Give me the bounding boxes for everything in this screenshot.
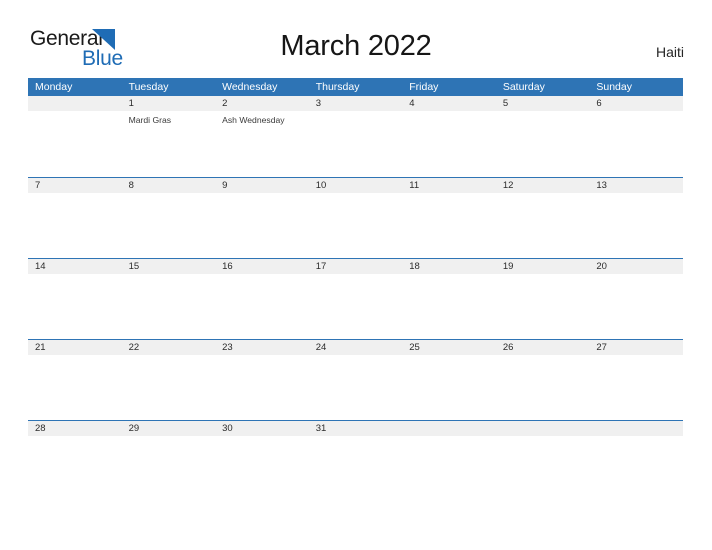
- weekday-header-sunday: Sunday: [596, 81, 632, 93]
- day-events[interactable]: [589, 355, 683, 420]
- day-events[interactable]: [402, 193, 496, 258]
- day-events[interactable]: [28, 274, 122, 339]
- day-number[interactable]: 21: [28, 340, 122, 355]
- day-number[interactable]: 30: [215, 421, 309, 436]
- day-number[interactable]: 17: [309, 259, 403, 274]
- weekday-header-monday: Monday: [35, 81, 73, 93]
- day-number[interactable]: 16: [215, 259, 309, 274]
- day-number[interactable]: 15: [122, 259, 216, 274]
- day-events[interactable]: [215, 355, 309, 420]
- weekday-header-tuesday: Tuesday: [128, 81, 169, 93]
- day-number[interactable]: 7: [28, 178, 122, 193]
- day-events[interactable]: [589, 436, 683, 501]
- day-number[interactable]: 11: [402, 178, 496, 193]
- day-number[interactable]: 20: [589, 259, 683, 274]
- day-events[interactable]: [309, 436, 403, 501]
- day-events[interactable]: [589, 111, 683, 176]
- day-number[interactable]: 6: [589, 96, 683, 111]
- event-label: Mardi Gras: [128, 115, 172, 125]
- day-events[interactable]: [215, 436, 309, 501]
- week-row: 21 22 23 24 25 26 27: [28, 339, 683, 420]
- day-events[interactable]: [589, 274, 683, 339]
- day-events[interactable]: [28, 193, 122, 258]
- day-number[interactable]: 10: [309, 178, 403, 193]
- week-row: 1 2 3 4 5 6 Mardi Gras Ash Wednesday: [28, 96, 683, 177]
- day-number[interactable]: 31: [309, 421, 403, 436]
- event-label: Ash Wednesday: [222, 115, 285, 125]
- weekday-header-wednesday: Wednesday: [222, 81, 278, 93]
- day-events[interactable]: [402, 111, 496, 176]
- weekday-header-friday: Friday: [409, 81, 439, 93]
- week-row: 7 8 9 10 11 12 13: [28, 177, 683, 258]
- week-date-band: 21 22 23 24 25 26 27: [28, 339, 683, 355]
- day-events[interactable]: [215, 274, 309, 339]
- day-events[interactable]: [122, 193, 216, 258]
- day-events[interactable]: [309, 355, 403, 420]
- weekday-header-saturday: Saturday: [502, 81, 545, 93]
- day-events[interactable]: [496, 111, 590, 176]
- day-number[interactable]: 25: [402, 340, 496, 355]
- day-events[interactable]: [402, 436, 496, 501]
- day-events[interactable]: Ash Wednesday: [215, 111, 309, 176]
- week-date-band: 1 2 3 4 5 6: [28, 96, 683, 111]
- week-date-band: 28 29 30 31: [28, 420, 683, 436]
- day-events[interactable]: [402, 274, 496, 339]
- calendar-grid: Monday Tuesday Wednesday Thursday Friday…: [28, 78, 683, 501]
- day-number[interactable]: 8: [122, 178, 216, 193]
- day-number[interactable]: [28, 96, 122, 111]
- day-number[interactable]: 23: [215, 340, 309, 355]
- page-header: General Blue March 2022 Haiti: [0, 0, 712, 78]
- day-number[interactable]: 14: [28, 259, 122, 274]
- day-number[interactable]: [496, 421, 590, 436]
- day-number[interactable]: 28: [28, 421, 122, 436]
- day-events[interactable]: [402, 355, 496, 420]
- weekday-header-thursday: Thursday: [315, 81, 360, 93]
- day-events[interactable]: [496, 193, 590, 258]
- day-number[interactable]: 13: [589, 178, 683, 193]
- day-events[interactable]: [28, 355, 122, 420]
- day-events[interactable]: [122, 274, 216, 339]
- week-date-band: 14 15 16 17 18 19 20: [28, 258, 683, 274]
- day-number[interactable]: 26: [496, 340, 590, 355]
- day-number[interactable]: 2: [215, 96, 309, 111]
- day-events[interactable]: [496, 436, 590, 501]
- day-events[interactable]: [496, 274, 590, 339]
- week-events-band: [28, 436, 683, 501]
- day-number[interactable]: 12: [496, 178, 590, 193]
- day-number[interactable]: 24: [309, 340, 403, 355]
- day-events[interactable]: [496, 355, 590, 420]
- week-row: 14 15 16 17 18 19 20: [28, 258, 683, 339]
- day-events[interactable]: [28, 436, 122, 501]
- day-number[interactable]: 27: [589, 340, 683, 355]
- day-events[interactable]: [215, 193, 309, 258]
- day-number[interactable]: 19: [496, 259, 590, 274]
- day-number[interactable]: 18: [402, 259, 496, 274]
- day-number[interactable]: 4: [402, 96, 496, 111]
- day-events[interactable]: Mardi Gras: [122, 111, 216, 176]
- page-title: March 2022: [280, 30, 432, 62]
- day-number[interactable]: 5: [496, 96, 590, 111]
- day-number[interactable]: 9: [215, 178, 309, 193]
- day-events[interactable]: [122, 355, 216, 420]
- day-events[interactable]: [309, 111, 403, 176]
- day-number[interactable]: 29: [122, 421, 216, 436]
- day-number[interactable]: 1: [122, 96, 216, 111]
- week-date-band: 7 8 9 10 11 12 13: [28, 177, 683, 193]
- day-number[interactable]: [402, 421, 496, 436]
- weekday-header-row: Monday Tuesday Wednesday Thursday Friday…: [28, 78, 683, 96]
- week-events-band: [28, 193, 683, 258]
- day-events[interactable]: [28, 111, 122, 176]
- day-number[interactable]: 3: [309, 96, 403, 111]
- day-number[interactable]: [589, 421, 683, 436]
- week-events-band: [28, 355, 683, 420]
- week-row: 28 29 30 31: [28, 420, 683, 501]
- week-events-band: [28, 274, 683, 339]
- day-number[interactable]: 22: [122, 340, 216, 355]
- day-events[interactable]: [309, 193, 403, 258]
- day-events[interactable]: [309, 274, 403, 339]
- day-events[interactable]: [589, 193, 683, 258]
- country-label: Haiti: [655, 44, 684, 60]
- week-events-band: Mardi Gras Ash Wednesday: [28, 111, 683, 176]
- day-events[interactable]: [122, 436, 216, 501]
